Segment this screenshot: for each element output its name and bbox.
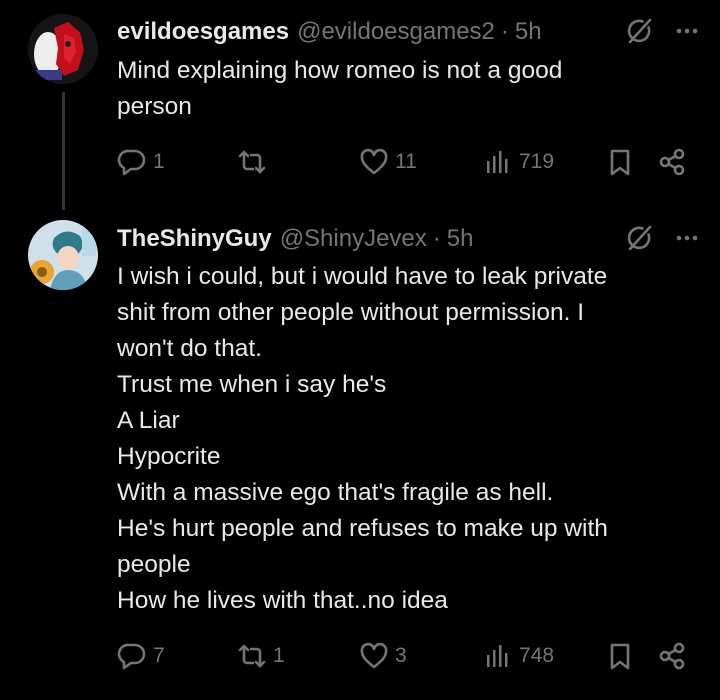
- tweet-line: Trust me when i say he's: [117, 371, 387, 398]
- like-button[interactable]: 11: [359, 146, 417, 178]
- tweet-line: people: [117, 551, 191, 578]
- reply-count: 7: [153, 644, 165, 667]
- share-icon: [659, 148, 685, 176]
- tweet-line: A Liar: [117, 407, 180, 434]
- more-icon[interactable]: [674, 18, 700, 51]
- bookmark-button[interactable]: [605, 146, 635, 178]
- like-button[interactable]: 3: [359, 640, 407, 672]
- tweet-line: Mind explaining how romeo is not a good: [117, 57, 563, 84]
- reply-button[interactable]: 1: [117, 146, 165, 178]
- tweet-text: Mind explaining how romeo is not a good …: [117, 53, 680, 125]
- avatar[interactable]: [28, 220, 98, 290]
- separator-dot: ·: [500, 18, 509, 45]
- share-button[interactable]: [657, 146, 687, 178]
- tweet-line: He's hurt people and refuses to make up …: [117, 515, 608, 542]
- action-bar: 1 11 719: [117, 146, 697, 178]
- like-count: 11: [395, 150, 417, 173]
- bookmark-icon: [610, 643, 630, 670]
- tweet-line: shit from other people without permissio…: [117, 299, 585, 326]
- display-name[interactable]: evildoesgames: [117, 18, 289, 46]
- reply-button[interactable]: 7: [117, 640, 165, 672]
- views-button[interactable]: 719: [483, 146, 554, 178]
- view-count: 748: [519, 644, 555, 667]
- views-icon: [487, 645, 508, 667]
- view-count: 719: [519, 150, 555, 173]
- retweet-button[interactable]: [237, 146, 273, 178]
- retweet-icon: [238, 150, 266, 174]
- header-icons: [624, 16, 700, 53]
- retweet-button[interactable]: 1: [237, 640, 285, 672]
- timestamp[interactable]: 5h: [515, 18, 542, 46]
- share-button[interactable]: [657, 640, 687, 672]
- like-icon: [360, 148, 388, 175]
- views-button[interactable]: 748: [483, 640, 554, 672]
- bookmark-button[interactable]: [605, 640, 635, 672]
- header-icons: [624, 223, 700, 260]
- tweet-line: How he lives with that..no idea: [117, 587, 448, 614]
- like-count: 3: [395, 644, 407, 667]
- timestamp[interactable]: 5h: [447, 225, 474, 253]
- views-icon: [487, 151, 508, 173]
- reply-count: 1: [153, 150, 165, 173]
- tweet-line: I wish i could, but i would have to leak…: [117, 263, 608, 290]
- retweet-count: 1: [273, 644, 285, 667]
- user-handle[interactable]: @ShinyJevex: [280, 225, 427, 253]
- tweet-line: Hypocrite: [117, 443, 221, 470]
- reply-icon: [117, 643, 146, 670]
- more-icon[interactable]: [674, 225, 700, 258]
- tweet-1[interactable]: evildoesgames @evildoesgames2 · 5h Mind …: [0, 0, 720, 215]
- avatar[interactable]: [28, 14, 98, 84]
- separator-dot: ·: [432, 225, 441, 252]
- user-handle[interactable]: @evildoesgames2: [297, 18, 495, 46]
- grok-icon[interactable]: [624, 223, 654, 260]
- display-name[interactable]: TheShinyGuy: [117, 225, 272, 253]
- reply-icon: [117, 149, 146, 176]
- tweet-text: I wish i could, but i would have to leak…: [117, 259, 680, 619]
- action-bar: 7 1 3 748: [117, 640, 697, 672]
- tweet-2[interactable]: TheShinyGuy @ShinyJevex · 5h I wish i co…: [0, 215, 720, 700]
- tweet-line: With a massive ego that's fragile as hel…: [117, 479, 554, 506]
- retweet-icon: [238, 644, 266, 668]
- share-icon: [659, 642, 685, 670]
- grok-icon[interactable]: [624, 16, 654, 53]
- tweet-line: person: [117, 93, 192, 120]
- tweet-header: evildoesgames @evildoesgames2 · 5h: [117, 16, 700, 48]
- tweet-header: TheShinyGuy @ShinyJevex · 5h: [117, 223, 700, 255]
- tweet-line: won't do that.: [117, 335, 262, 362]
- bookmark-icon: [610, 149, 630, 176]
- like-icon: [360, 642, 388, 669]
- thread-line: [62, 92, 65, 210]
